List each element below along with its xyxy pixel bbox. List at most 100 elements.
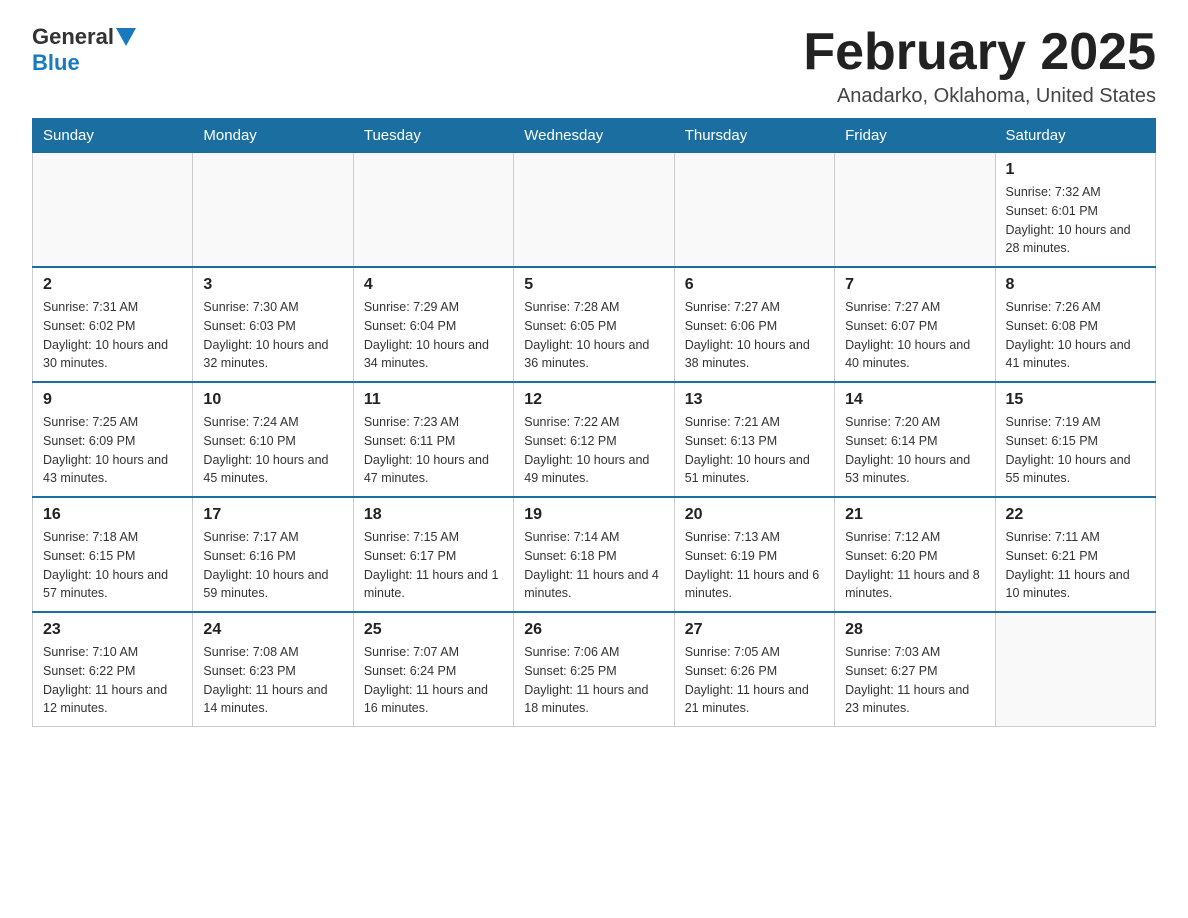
col-thursday: Thursday (674, 119, 834, 153)
logo-triangle-icon (116, 28, 136, 46)
day-info: Sunrise: 7:05 AMSunset: 6:26 PMDaylight:… (685, 643, 824, 718)
table-row: 24 Sunrise: 7:08 AMSunset: 6:23 PMDayligh… (193, 612, 353, 727)
table-row (193, 153, 353, 268)
day-number: 8 (1006, 276, 1145, 294)
day-number: 3 (203, 276, 342, 294)
day-number: 20 (685, 506, 824, 524)
table-row: 10 Sunrise: 7:24 AMSunset: 6:10 PMDayligh… (193, 382, 353, 497)
table-row: 1Sunrise: 7:32 AMSunset: 6:01 PMDaylight… (995, 153, 1155, 268)
day-info: Sunrise: 7:14 AMSunset: 6:18 PMDaylight:… (524, 528, 663, 603)
table-row: 14 Sunrise: 7:20 AMSunset: 6:14 PMDayligh… (835, 382, 995, 497)
day-info: Sunrise: 7:27 AMSunset: 6:06 PMDaylight:… (685, 298, 824, 373)
logo-blue-text: Blue (32, 50, 80, 75)
day-number: 19 (524, 506, 663, 524)
day-number: 10 (203, 391, 342, 409)
day-info: Sunrise: 7:24 AMSunset: 6:10 PMDaylight:… (203, 413, 342, 488)
calendar-header-row: Sunday Monday Tuesday Wednesday Thursday… (33, 119, 1156, 153)
day-number: 18 (364, 506, 503, 524)
table-row (33, 153, 193, 268)
day-number: 27 (685, 621, 824, 639)
calendar-week-3: 9 Sunrise: 7:25 AMSunset: 6:09 PMDaylight… (33, 382, 1156, 497)
day-number: 6 (685, 276, 824, 294)
day-number: 14 (845, 391, 984, 409)
page-header: General Blue February 2025 Anadarko, Okl… (32, 24, 1156, 108)
day-number: 26 (524, 621, 663, 639)
table-row: 16 Sunrise: 7:18 AMSunset: 6:15 PMDayligh… (33, 497, 193, 612)
day-info: Sunrise: 7:23 AMSunset: 6:11 PMDaylight:… (364, 413, 503, 488)
table-row (353, 153, 513, 268)
day-info: Sunrise: 7:18 AMSunset: 6:15 PMDaylight:… (43, 528, 182, 603)
day-info: Sunrise: 7:03 AMSunset: 6:27 PMDaylight:… (845, 643, 984, 718)
table-row (835, 153, 995, 268)
table-row: 7Sunrise: 7:27 AMSunset: 6:07 PMDaylight… (835, 267, 995, 382)
day-info: Sunrise: 7:29 AMSunset: 6:04 PMDaylight:… (364, 298, 503, 373)
table-row: 21 Sunrise: 7:12 AMSunset: 6:20 PMDayligh… (835, 497, 995, 612)
calendar-week-2: 2 Sunrise: 7:31 AMSunset: 6:02 PMDaylight… (33, 267, 1156, 382)
table-row: 20Sunrise: 7:13 AMSunset: 6:19 PMDayligh… (674, 497, 834, 612)
day-info: Sunrise: 7:10 AMSunset: 6:22 PMDaylight:… (43, 643, 182, 718)
day-info: Sunrise: 7:06 AMSunset: 6:25 PMDaylight:… (524, 643, 663, 718)
day-number: 1 (1006, 161, 1145, 179)
table-row: 8 Sunrise: 7:26 AMSunset: 6:08 PMDaylight… (995, 267, 1155, 382)
logo[interactable]: General Blue (32, 24, 138, 76)
day-number: 21 (845, 506, 984, 524)
day-number: 4 (364, 276, 503, 294)
col-sunday: Sunday (33, 119, 193, 153)
table-row (514, 153, 674, 268)
day-number: 28 (845, 621, 984, 639)
calendar-week-5: 23Sunrise: 7:10 AMSunset: 6:22 PMDayligh… (33, 612, 1156, 727)
day-info: Sunrise: 7:08 AMSunset: 6:23 PMDaylight:… (203, 643, 342, 718)
day-number: 11 (364, 391, 503, 409)
day-number: 25 (364, 621, 503, 639)
title-block: February 2025 Anadarko, Oklahoma, United… (803, 24, 1156, 108)
month-title: February 2025 (803, 24, 1156, 81)
col-friday: Friday (835, 119, 995, 153)
day-info: Sunrise: 7:22 AMSunset: 6:12 PMDaylight:… (524, 413, 663, 488)
table-row: 18 Sunrise: 7:15 AMSunset: 6:17 PMDayligh… (353, 497, 513, 612)
table-row: 25Sunrise: 7:07 AMSunset: 6:24 PMDayligh… (353, 612, 513, 727)
day-info: Sunrise: 7:20 AMSunset: 6:14 PMDaylight:… (845, 413, 984, 488)
day-number: 7 (845, 276, 984, 294)
col-wednesday: Wednesday (514, 119, 674, 153)
location-subtitle: Anadarko, Oklahoma, United States (803, 85, 1156, 108)
table-row (674, 153, 834, 268)
table-row: 6 Sunrise: 7:27 AMSunset: 6:06 PMDaylight… (674, 267, 834, 382)
day-number: 24 (203, 621, 342, 639)
table-row: 9 Sunrise: 7:25 AMSunset: 6:09 PMDaylight… (33, 382, 193, 497)
day-number: 17 (203, 506, 342, 524)
table-row: 19 Sunrise: 7:14 AMSunset: 6:18 PMDayligh… (514, 497, 674, 612)
col-saturday: Saturday (995, 119, 1155, 153)
day-info: Sunrise: 7:11 AMSunset: 6:21 PMDaylight:… (1006, 528, 1145, 603)
table-row: 17 Sunrise: 7:17 AMSunset: 6:16 PMDayligh… (193, 497, 353, 612)
table-row: 11 Sunrise: 7:23 AMSunset: 6:11 PMDayligh… (353, 382, 513, 497)
day-number: 15 (1006, 391, 1145, 409)
day-info: Sunrise: 7:12 AMSunset: 6:20 PMDaylight:… (845, 528, 984, 603)
table-row: 15 Sunrise: 7:19 AMSunset: 6:15 PMDayligh… (995, 382, 1155, 497)
day-info: Sunrise: 7:28 AMSunset: 6:05 PMDaylight:… (524, 298, 663, 373)
day-info: Sunrise: 7:25 AMSunset: 6:09 PMDaylight:… (43, 413, 182, 488)
day-number: 22 (1006, 506, 1145, 524)
day-info: Sunrise: 7:31 AMSunset: 6:02 PMDaylight:… (43, 298, 182, 373)
table-row: 5 Sunrise: 7:28 AMSunset: 6:05 PMDaylight… (514, 267, 674, 382)
calendar-week-4: 16 Sunrise: 7:18 AMSunset: 6:15 PMDayligh… (33, 497, 1156, 612)
day-number: 9 (43, 391, 182, 409)
calendar-week-1: 1Sunrise: 7:32 AMSunset: 6:01 PMDaylight… (33, 153, 1156, 268)
calendar-table: Sunday Monday Tuesday Wednesday Thursday… (32, 118, 1156, 727)
day-info: Sunrise: 7:30 AMSunset: 6:03 PMDaylight:… (203, 298, 342, 373)
table-row: 3 Sunrise: 7:30 AMSunset: 6:03 PMDaylight… (193, 267, 353, 382)
day-number: 2 (43, 276, 182, 294)
table-row: 26 Sunrise: 7:06 AMSunset: 6:25 PMDayligh… (514, 612, 674, 727)
day-info: Sunrise: 7:15 AMSunset: 6:17 PMDaylight:… (364, 528, 503, 603)
day-number: 13 (685, 391, 824, 409)
col-monday: Monday (193, 119, 353, 153)
table-row: 28 Sunrise: 7:03 AMSunset: 6:27 PMDayligh… (835, 612, 995, 727)
day-info: Sunrise: 7:19 AMSunset: 6:15 PMDaylight:… (1006, 413, 1145, 488)
table-row: 2 Sunrise: 7:31 AMSunset: 6:02 PMDaylight… (33, 267, 193, 382)
day-number: 16 (43, 506, 182, 524)
table-row: 27 Sunrise: 7:05 AMSunset: 6:26 PMDayligh… (674, 612, 834, 727)
day-info: Sunrise: 7:21 AMSunset: 6:13 PMDaylight:… (685, 413, 824, 488)
day-info: Sunrise: 7:26 AMSunset: 6:08 PMDaylight:… (1006, 298, 1145, 373)
day-number: 5 (524, 276, 663, 294)
logo-general-text: General (32, 24, 114, 50)
day-info: Sunrise: 7:17 AMSunset: 6:16 PMDaylight:… (203, 528, 342, 603)
